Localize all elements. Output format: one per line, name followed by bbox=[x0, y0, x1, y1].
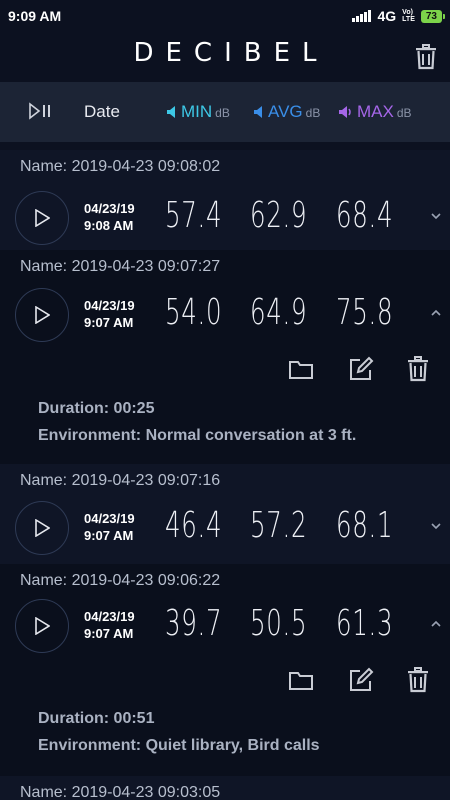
recording-time: 9:07 AM bbox=[84, 528, 134, 543]
max-value: 68.4 bbox=[336, 195, 394, 236]
play-icon bbox=[35, 209, 50, 227]
play-button[interactable] bbox=[15, 191, 69, 245]
network-type: 4G bbox=[377, 8, 397, 24]
recording-datetime: 04/23/19 9:07 AM bbox=[84, 608, 135, 642]
battery-icon: 73 bbox=[420, 9, 446, 23]
recording-datetime: 04/23/19 9:07 AM bbox=[84, 510, 135, 544]
recording-name: Name: 2019-04-23 09:07:27 bbox=[20, 258, 221, 275]
chevron-down-icon[interactable] bbox=[430, 522, 442, 530]
recording-time: 9:07 AM bbox=[84, 626, 134, 641]
max-value: 68.1 bbox=[336, 505, 394, 546]
edit-icon[interactable] bbox=[348, 356, 374, 382]
volte-icon: Vo) LTE bbox=[402, 9, 415, 23]
recording-date: 04/23/19 bbox=[84, 511, 135, 526]
min-unit: dB bbox=[215, 106, 230, 120]
recording-name: Name: 2019-04-23 09:07:16 bbox=[20, 472, 221, 489]
recording-duration: Duration: 00:25 bbox=[38, 400, 155, 417]
column-max[interactable]: MAX dB bbox=[338, 102, 412, 122]
chevron-up-icon[interactable] bbox=[430, 309, 442, 317]
avg-value: 64.9 bbox=[250, 292, 308, 333]
folder-icon[interactable] bbox=[288, 669, 314, 691]
speaker-icon bbox=[254, 106, 262, 118]
recording-item[interactable]: Name: 2019-04-23 09:07:16 04/23/19 9:07 … bbox=[0, 464, 450, 564]
recording-date: 04/23/19 bbox=[84, 201, 135, 216]
column-header-bar: Date MIN dB AVG dB MAX dB bbox=[0, 82, 450, 142]
app-header: DECIBEL bbox=[0, 32, 450, 80]
speaker-icon bbox=[167, 106, 175, 118]
recording-environment: Environment: Normal conversation at 3 ft… bbox=[38, 427, 357, 444]
status-bar: 9:09 AM 4G Vo) LTE 73 bbox=[0, 0, 450, 32]
avg-value: 57.2 bbox=[250, 505, 308, 546]
trash-icon[interactable] bbox=[407, 356, 429, 382]
play-button[interactable] bbox=[15, 501, 69, 555]
recording-item[interactable]: Name: 2019-04-23 09:03:05 bbox=[0, 776, 450, 800]
recording-time: 9:08 AM bbox=[84, 218, 134, 233]
recording-name: Name: 2019-04-23 09:06:22 bbox=[20, 572, 221, 589]
edit-icon[interactable] bbox=[348, 667, 374, 693]
avg-label: AVG bbox=[268, 102, 303, 121]
play-icon bbox=[35, 617, 50, 635]
recording-name: Name: 2019-04-23 09:08:02 bbox=[20, 158, 221, 175]
recording-item-expanded[interactable]: Name: 2019-04-23 09:06:22 04/23/19 9:07 … bbox=[0, 564, 450, 776]
avg-value: 62.9 bbox=[250, 195, 308, 236]
recording-datetime: 04/23/19 9:07 AM bbox=[84, 297, 135, 331]
min-value: 39.7 bbox=[165, 603, 223, 644]
min-value: 46.4 bbox=[165, 505, 223, 546]
play-pause-icon[interactable] bbox=[28, 102, 54, 120]
recording-name: Name: 2019-04-23 09:03:05 bbox=[20, 784, 221, 800]
app-title: DECIBEL bbox=[133, 38, 329, 68]
recording-date: 04/23/19 bbox=[84, 609, 135, 624]
delete-all-icon[interactable] bbox=[415, 44, 437, 70]
recording-item-expanded[interactable]: Name: 2019-04-23 09:07:27 04/23/19 9:07 … bbox=[0, 250, 450, 464]
min-value: 57.4 bbox=[165, 195, 223, 236]
folder-icon[interactable] bbox=[288, 358, 314, 380]
column-min[interactable]: MIN dB bbox=[166, 102, 230, 122]
avg-unit: dB bbox=[305, 106, 321, 120]
play-button[interactable] bbox=[15, 599, 69, 653]
speaker-loud-icon bbox=[339, 106, 351, 118]
recording-datetime: 04/23/19 9:08 AM bbox=[84, 200, 135, 234]
chevron-down-icon[interactable] bbox=[430, 212, 442, 220]
max-value: 75.8 bbox=[336, 292, 394, 333]
recording-environment: Environment: Quiet library, Bird calls bbox=[38, 737, 320, 754]
max-label: MAX bbox=[357, 102, 394, 121]
recording-item[interactable]: Name: 2019-04-23 09:08:02 04/23/19 9:08 … bbox=[0, 150, 450, 250]
chevron-up-icon[interactable] bbox=[430, 620, 442, 628]
status-time: 9:09 AM bbox=[8, 8, 62, 24]
recording-date: 04/23/19 bbox=[84, 298, 135, 313]
play-icon bbox=[35, 306, 50, 324]
trash-icon[interactable] bbox=[407, 667, 429, 693]
min-value: 54.0 bbox=[165, 292, 223, 333]
max-unit: dB bbox=[396, 106, 412, 120]
recording-time: 9:07 AM bbox=[84, 315, 134, 330]
avg-value: 50.5 bbox=[250, 603, 308, 644]
recording-duration: Duration: 00:51 bbox=[38, 710, 155, 727]
column-avg[interactable]: AVG dB bbox=[253, 102, 320, 122]
signal-icon bbox=[352, 10, 372, 22]
min-label: MIN bbox=[181, 102, 213, 121]
max-value: 61.3 bbox=[336, 603, 394, 644]
play-icon bbox=[35, 519, 50, 537]
sort-by-date[interactable]: Date bbox=[84, 102, 120, 122]
battery-level: 73 bbox=[425, 10, 437, 22]
play-button[interactable] bbox=[15, 288, 69, 342]
